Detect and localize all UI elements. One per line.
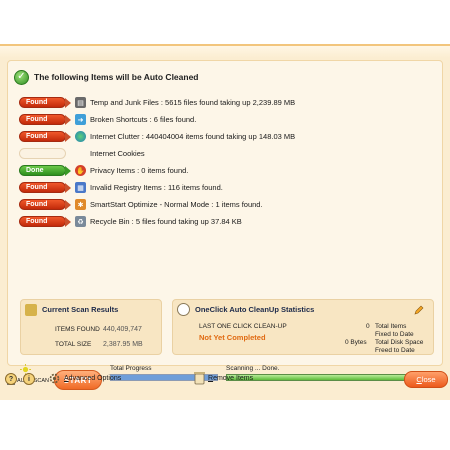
total-progress-label: Total Progress: [110, 365, 152, 372]
advanced-options-gear-icon[interactable]: [48, 372, 61, 385]
cleanup-panel: ✓ The following Items will be Auto Clean…: [7, 60, 443, 366]
info-icon[interactable]: i: [23, 373, 35, 385]
badge-arrow: [65, 149, 71, 159]
total-size-label: TOTAL SIZE: [55, 341, 92, 348]
status-badge[interactable]: Found: [19, 199, 66, 210]
badge-arrow: [65, 165, 71, 176]
globe-icon: [75, 131, 86, 142]
list-item: Found ➜ Broken Shortcuts : 6 files found…: [19, 111, 439, 128]
shortcut-arrow-icon: ➜: [75, 114, 86, 125]
current-scan-title: Current Scan Results: [42, 305, 119, 314]
item-description: Privacy Items : 0 items found.: [90, 166, 189, 175]
scanning-status: Scanning ... Done.: [226, 365, 280, 372]
space-freed-label-1: Total Disk Space: [375, 339, 424, 346]
status-badge[interactable]: Done: [19, 165, 66, 176]
advanced-options-label: dvanced Options: [68, 375, 122, 382]
item-description: SmartStart Optimize - Normal Mode : 1 it…: [90, 200, 263, 209]
badge-arrow: [65, 182, 71, 193]
scan-controls: ✓ AUTO SCAN START Total Progress Scannin…: [0, 364, 450, 402]
list-item: Found Internet Clutter : 440404004 items…: [19, 128, 439, 145]
items-fixed-label-2: Fixed to Date: [375, 331, 414, 338]
panel-title: The following Items will be Auto Cleaned: [34, 72, 199, 82]
list-item: Done ✋ Privacy Items : 0 items found.: [19, 162, 439, 179]
scan-results-icon: [25, 304, 37, 316]
remove-items-trash-icon[interactable]: [194, 371, 205, 385]
status-badge[interactable]: Found: [19, 97, 66, 108]
list-item: Found ▦ Invalid Registry Items : 116 ite…: [19, 179, 439, 196]
badge-arrow: [65, 199, 71, 210]
item-description: Temp and Junk Files : 5615 files found t…: [90, 98, 296, 107]
items-fixed-label-1: Total Items: [375, 323, 407, 330]
last-cleanup-label: LAST ONE CLICK CLEAN-UP: [199, 323, 287, 330]
item-description: Recycle Bin : 5 files found taking up 37…: [90, 217, 242, 226]
startup-gear-icon: ✱: [75, 199, 86, 210]
window-top-band: [0, 46, 450, 58]
last-cleanup-status: Not Yet Completed: [199, 333, 266, 342]
space-freed-count: 0 Bytes: [345, 339, 367, 346]
remove-items-label: emove Items: [213, 375, 254, 382]
help-icon[interactable]: ?: [5, 373, 17, 385]
privacy-shield-icon: ✋: [75, 165, 86, 176]
clean-item-list: Found ▤ Temp and Junk Files : 5615 files…: [19, 94, 439, 230]
remove-items-link[interactable]: Remove Items: [208, 375, 253, 382]
clock-icon: [177, 303, 190, 316]
app-window: ✓ The following Items will be Auto Clean…: [0, 44, 450, 400]
list-item: Found ✱ SmartStart Optimize - Normal Mod…: [19, 196, 439, 213]
badge-arrow: [65, 216, 71, 227]
item-description: Internet Clutter : 440404004 items found…: [90, 132, 296, 141]
blank-icon: [75, 148, 86, 159]
trash-icon: ▤: [75, 97, 86, 108]
advanced-options-link[interactable]: Advanced Options: [64, 375, 121, 382]
badge-arrow: [65, 97, 71, 108]
oneclick-stats-box: OneClick Auto CleanUp Statistics LAST ON…: [172, 299, 434, 355]
panel-header: ✓ The following Items will be Auto Clean…: [14, 69, 199, 85]
recycle-bin-icon: ♻: [75, 216, 86, 227]
status-badge[interactable]: Found: [19, 114, 66, 125]
status-badge-empty: [19, 148, 66, 159]
badge-arrow: [65, 131, 71, 142]
status-badge[interactable]: Found: [19, 182, 66, 193]
list-item: Found ▤ Temp and Junk Files : 5615 files…: [19, 94, 439, 111]
status-badge[interactable]: Found: [19, 216, 66, 227]
current-scan-box: Current Scan Results ITEMS FOUND 440,409…: [20, 299, 162, 355]
list-item: Internet Cookies: [19, 145, 439, 162]
checkmark-icon: ✓: [14, 69, 29, 85]
registry-grid-icon: ▦: [75, 182, 86, 193]
edit-icon[interactable]: [413, 304, 425, 316]
items-found-value: 440,409,747: [103, 326, 142, 333]
space-freed-label-2: Freed to Date: [375, 347, 415, 354]
close-label: lose: [421, 375, 436, 384]
close-button[interactable]: Close: [404, 371, 448, 388]
item-description: Invalid Registry Items : 116 items found…: [90, 183, 223, 192]
items-fixed-count: 0: [366, 323, 370, 330]
oneclick-title: OneClick Auto CleanUp Statistics: [195, 305, 315, 314]
item-description: Broken Shortcuts : 6 files found.: [90, 115, 197, 124]
badge-arrow: [65, 114, 71, 125]
items-found-label: ITEMS FOUND: [55, 326, 100, 333]
total-size-value: 2,387.95 MB: [103, 341, 143, 348]
list-item: Found ♻ Recycle Bin : 5 files found taki…: [19, 213, 439, 230]
status-badge[interactable]: Found: [19, 131, 66, 142]
item-description: Internet Cookies: [90, 149, 145, 158]
